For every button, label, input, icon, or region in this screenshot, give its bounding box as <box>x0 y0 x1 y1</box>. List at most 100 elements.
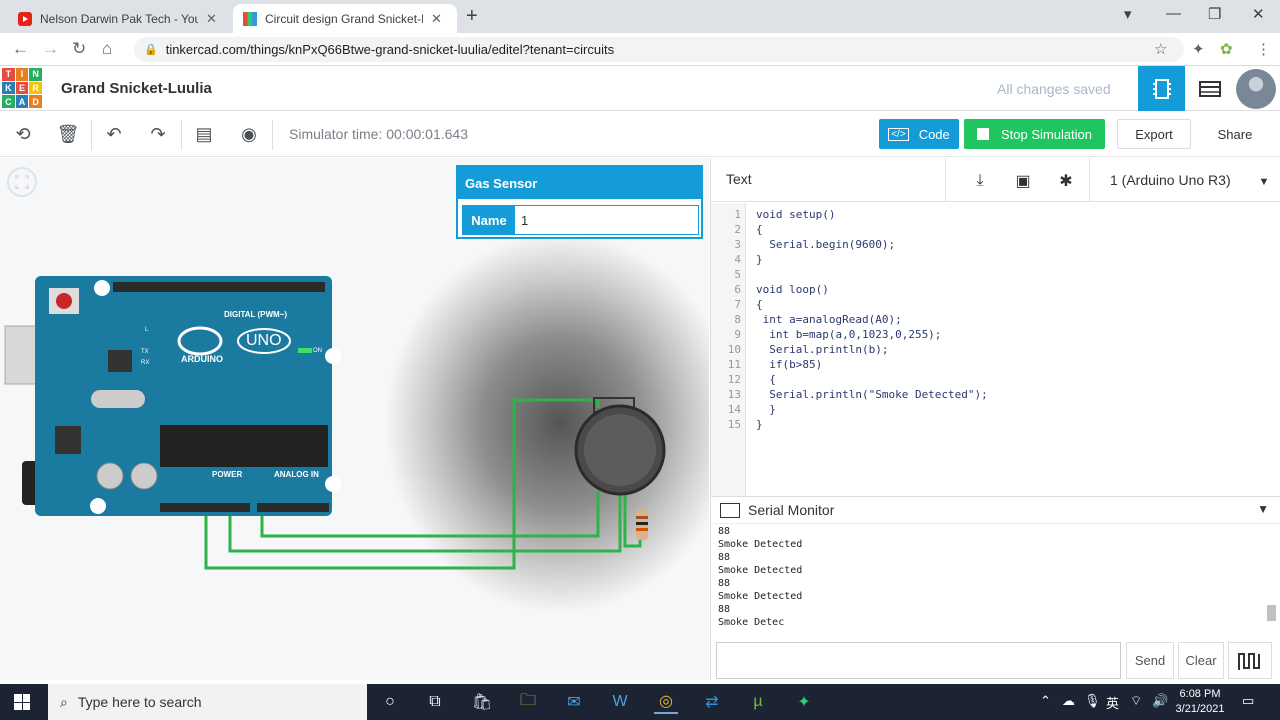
browser-tab-tinkercad[interactable]: Circuit design Grand Snicket-Luulia ✕ <box>233 4 457 33</box>
project-name[interactable]: Grand Snicket-Luulia <box>61 80 212 97</box>
teamviewer-icon[interactable]: ⇄ <box>700 690 724 714</box>
share-button[interactable]: Share <box>1197 119 1273 149</box>
serial-monitor-header[interactable]: Serial Monitor ▼ <box>711 497 1280 524</box>
minimize-icon[interactable]: — <box>1166 5 1181 22</box>
download-icon[interactable]: ⤓ <box>963 164 997 198</box>
ime-icon[interactable]: 英 <box>1106 693 1119 712</box>
file-explorer-icon[interactable]: 🗀 <box>516 690 540 714</box>
profile-down-icon[interactable]: ▾ <box>1124 5 1132 23</box>
utorrent-icon[interactable]: µ <box>746 690 770 714</box>
tray-chevron-icon[interactable]: ⌃ <box>1040 693 1051 709</box>
visibility-eye-icon[interactable]: ◉ <box>238 123 260 145</box>
code-line: 3 Serial.begin(9600); <box>734 238 896 251</box>
circuit-icon <box>1152 78 1171 99</box>
logo-letter: R <box>29 81 42 95</box>
circuit-canvas[interactable]: ARDUINO UNO DIGITAL (PWM~) POWER ANALOG … <box>0 158 709 680</box>
avatar[interactable] <box>1236 69 1276 109</box>
resistor[interactable] <box>636 510 648 540</box>
stop-simulation-label: Stop Simulation <box>1000 126 1093 142</box>
cortana-icon[interactable]: ○ <box>378 690 402 714</box>
extension-gear-icon[interactable]: ✿ <box>1220 40 1233 58</box>
inspector-name-row: Name 1 <box>462 205 699 235</box>
graph-toggle-button[interactable] <box>1228 642 1272 679</box>
library-icon[interactable]: ▣ <box>1006 164 1040 198</box>
tinkercad-logo[interactable]: T I N K E R C A D <box>2 68 42 108</box>
code-line: 5 <box>734 268 741 281</box>
windows-start-icon[interactable] <box>14 694 30 710</box>
clear-button[interactable]: Clear <box>1178 642 1224 679</box>
serial-line: Smoke Detected <box>718 591 803 602</box>
send-button[interactable]: Send <box>1126 642 1174 679</box>
chevron-down-icon[interactable]: ▼ <box>1257 502 1269 516</box>
mail-icon[interactable]: ✉ <box>562 690 586 714</box>
code-editor-panel: Text ⤓ ▣ ✱ 1 (Arduino Uno R3) ▼ 1 void se… <box>710 158 1280 496</box>
arduino-board[interactable] <box>35 276 341 516</box>
component-list-button[interactable] <box>1186 66 1233 111</box>
code-line: 11 if(b>85) <box>727 358 823 371</box>
circuit-view-button[interactable] <box>1138 66 1185 111</box>
l-led-label: L <box>145 327 149 333</box>
serial-scrollbar[interactable] <box>1266 525 1276 635</box>
taskbar-search-box[interactable]: ⌕ Type here to search <box>48 684 367 720</box>
chrome-icon[interactable]: ◎ <box>654 690 678 714</box>
youtube-icon <box>18 11 32 26</box>
bookmark-star-icon[interactable]: ☆ <box>1154 40 1167 58</box>
serial-output: 88 Smoke Detected 88 Smoke Detected 88 S… <box>718 525 1258 629</box>
close-icon[interactable]: ✕ <box>431 11 442 27</box>
new-tab-icon[interactable]: + <box>466 5 478 28</box>
home-icon[interactable]: ⌂ <box>102 39 112 59</box>
tx-led-label: TX <box>141 349 149 355</box>
redo-icon[interactable]: ↷ <box>147 123 169 145</box>
volume-icon[interactable]: 🔊 <box>1152 693 1168 709</box>
code-line: 13 Serial.println("Smoke Detected"); <box>727 388 988 401</box>
name-field[interactable]: 1 <box>515 206 698 234</box>
serial-line: Smoke Detected <box>718 565 803 576</box>
store-icon[interactable]: 🛍 <box>470 690 494 714</box>
url-field[interactable]: 🔒 tinkercad.com/things/knPxQ66Btwe-grand… <box>134 37 1184 62</box>
serial-line: 88 <box>718 604 731 615</box>
board-select[interactable]: 1 (Arduino Uno R3) ▼ <box>1110 172 1269 188</box>
code-line: 15} <box>727 418 763 431</box>
code-button[interactable]: </> Code <box>879 119 959 149</box>
code-text[interactable]: 1 void setup() 2{ 3 Serial.begin(9600); 4… <box>711 207 1280 432</box>
chevron-down-icon: ▼ <box>1258 176 1270 188</box>
tab-title: Circuit design Grand Snicket-Luulia <box>265 11 423 26</box>
writer-icon[interactable]: W <box>608 690 632 714</box>
network-icon[interactable]: ⌔ <box>1130 693 1142 709</box>
serial-monitor-icon <box>720 503 740 518</box>
rotate-icon[interactable]: ⟲ <box>12 123 34 145</box>
action-center-icon[interactable]: ▭ <box>1242 693 1254 709</box>
debugger-bug-icon[interactable]: ✱ <box>1049 164 1083 198</box>
browser-tab-youtube[interactable]: Nelson Darwin Pak Tech - YouTube ✕ <box>8 4 233 33</box>
task-view-icon[interactable]: ⧉ <box>423 690 447 714</box>
component-inspector: Gas Sensor Name 1 <box>456 165 703 239</box>
undo-icon[interactable]: ↶ <box>103 123 125 145</box>
close-window-icon[interactable]: ✕ <box>1252 5 1265 23</box>
logo-letter: N <box>29 68 42 81</box>
maximize-icon[interactable]: ❐ <box>1208 5 1221 23</box>
export-button[interactable]: Export <box>1117 119 1191 149</box>
code-line: 4} <box>734 253 763 266</box>
onedrive-icon[interactable]: ☁ <box>1062 693 1075 709</box>
save-status: All changes saved <box>997 81 1111 97</box>
stop-simulation-button[interactable]: Stop Simulation <box>964 119 1105 149</box>
board-select-label: 1 (Arduino Uno R3) <box>1110 172 1231 188</box>
notes-icon[interactable]: ▤ <box>193 123 215 145</box>
app-icon[interactable]: ✦ <box>792 690 816 714</box>
forward-icon[interactable]: → <box>42 39 59 59</box>
logo-letter: E <box>15 81 29 95</box>
serial-input[interactable] <box>716 642 1121 679</box>
close-icon[interactable]: ✕ <box>206 11 217 27</box>
menu-dots-icon[interactable]: ⋮ <box>1256 40 1271 58</box>
digital-header-label: DIGITAL (PWM~) <box>224 310 288 319</box>
logo-letter: I <box>15 68 29 81</box>
microphone-icon[interactable]: 🎙 <box>1084 693 1101 709</box>
taskbar-clock[interactable]: 6:08 PM 3/21/2021 <box>1170 687 1230 717</box>
code-mode-select[interactable]: Text <box>726 171 752 187</box>
delete-icon[interactable]: 🗑 <box>57 123 80 145</box>
extensions-icon[interactable]: ✦ <box>1192 40 1205 58</box>
scrollbar-thumb[interactable] <box>1267 605 1276 621</box>
back-icon[interactable]: ← <box>12 39 29 59</box>
reload-icon[interactable]: ↻ <box>72 39 86 59</box>
tab-title: Nelson Darwin Pak Tech - YouTube <box>40 11 198 26</box>
